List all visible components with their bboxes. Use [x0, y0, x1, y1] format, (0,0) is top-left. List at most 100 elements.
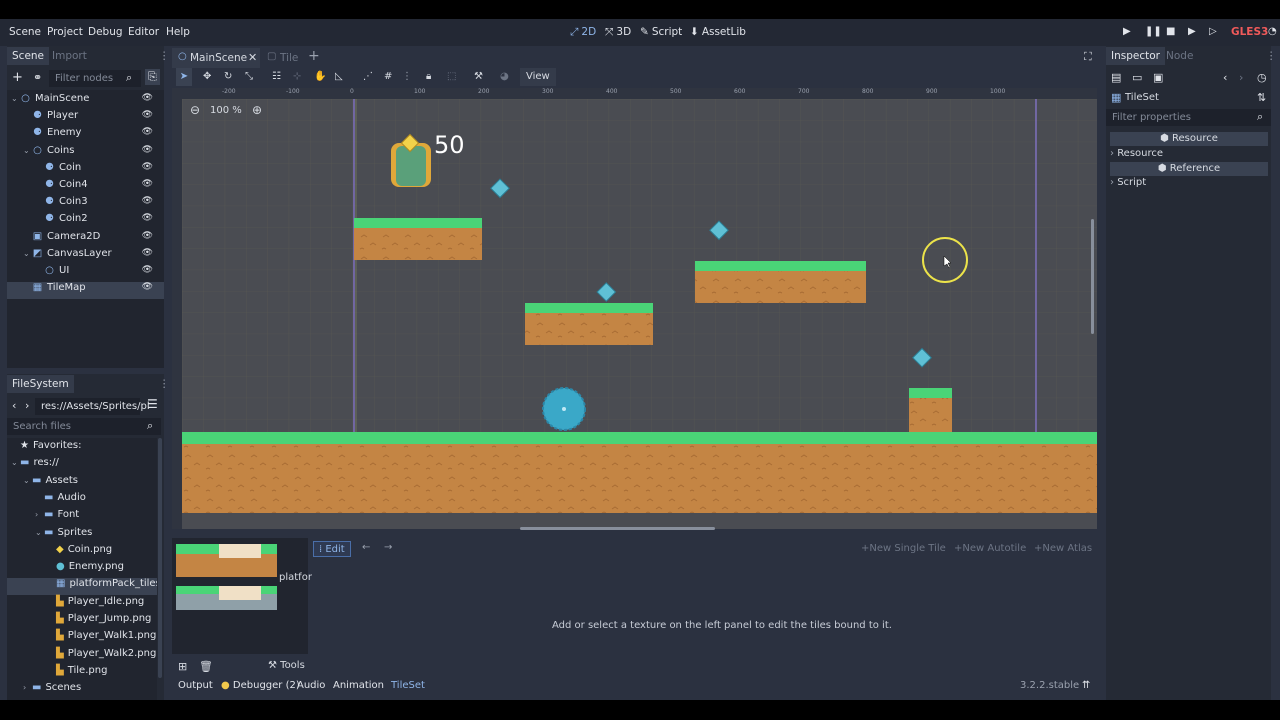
property-group-resource[interactable]: › Resource — [1110, 148, 1163, 159]
new-single-tile-button[interactable]: +New Single Tile — [861, 543, 946, 554]
object-properties-icon[interactable]: ⇅ — [1257, 91, 1266, 104]
file-tree-item[interactable]: ▙ Player_Jump.png — [7, 613, 157, 630]
dock-menu-icon[interactable]: ⋮ — [1266, 50, 1277, 62]
tab-debugger[interactable]: ● Debugger (2) — [221, 680, 300, 691]
expand-arrow-icon[interactable]: ⌄ — [23, 146, 32, 155]
history-forward-icon[interactable]: › — [1239, 71, 1243, 84]
visibility-icon[interactable]: 👁︎ — [142, 265, 158, 275]
pan-tool-icon[interactable]: ✋ — [314, 71, 326, 82]
script-attach-icon[interactable]: ⎘ — [145, 69, 160, 85]
dock-menu-icon[interactable]: ⋮ — [159, 50, 170, 62]
tab-audio[interactable]: Audio — [297, 680, 325, 691]
rotate-tool-icon[interactable]: ↻ — [224, 71, 232, 82]
skeleton-icon[interactable]: ⚒ — [474, 71, 483, 82]
filter-properties-input[interactable]: Filter properties — [1106, 109, 1271, 126]
scene-tree-node[interactable]: ⌄ ◩ CanvasLayer 👁︎ — [7, 248, 164, 265]
tab-tileset[interactable]: TileSet — [391, 680, 425, 691]
scene-tree-node[interactable]: ⚈ Coin 👁︎ — [7, 162, 164, 179]
play-scene-icon[interactable]: ▶ — [1188, 26, 1196, 37]
next-icon[interactable]: → — [384, 542, 392, 553]
expand-arrow-icon[interactable]: ⌄ — [23, 476, 32, 485]
visibility-icon[interactable]: 👁︎ — [142, 196, 158, 206]
edit-mode-button[interactable]: ⁞ Edit — [313, 541, 351, 557]
renderer-label[interactable]: GLES3 — [1231, 26, 1268, 38]
workspace-assetlib-button[interactable]: ⬇ AssetLib — [690, 26, 746, 38]
file-tree-item[interactable]: ⌄ ▬ Sprites — [7, 527, 157, 544]
expand-arrow-icon[interactable]: ⌄ — [11, 458, 20, 467]
scene-tree-node[interactable]: ⚈ Coin2 👁︎ — [7, 213, 164, 230]
texture-thumbnail[interactable] — [176, 544, 277, 610]
scale-tool-icon[interactable]: ⤡ — [245, 71, 253, 82]
scene-tree-node[interactable]: ⌄ ○ Coins 👁︎ — [7, 145, 164, 162]
new-atlas-button[interactable]: +New Atlas — [1034, 543, 1092, 554]
remove-texture-icon[interactable]: 🗑︎ — [199, 660, 213, 673]
scene-tree-node[interactable]: ⚈ Enemy 👁︎ — [7, 127, 164, 144]
menu-help[interactable]: Help — [166, 26, 190, 38]
file-tree-item[interactable]: › ▬ Font — [7, 509, 157, 526]
viewport-hscrollbar[interactable] — [520, 527, 715, 530]
link-icon[interactable]: ⚭ — [33, 71, 42, 84]
tab-filesystem[interactable]: FileSystem — [7, 375, 74, 393]
menu-debug[interactable]: Debug — [88, 26, 123, 38]
tab-mainscene[interactable]: ○ MainScene ✕ — [172, 48, 260, 68]
visibility-icon[interactable]: 👁︎ — [142, 179, 158, 189]
stop-icon[interactable]: ■ — [1166, 26, 1175, 37]
view-menu-button[interactable]: View — [520, 68, 556, 86]
ground[interactable] — [182, 432, 1097, 529]
tab-animation[interactable]: Animation — [333, 680, 384, 691]
menu-editor[interactable]: Editor — [128, 26, 159, 38]
file-tree-item[interactable]: ▬ Audio — [7, 492, 157, 509]
scene-tree-node[interactable]: ⚈ Coin4 👁︎ — [7, 179, 164, 196]
snap-options-icon[interactable]: ⋮ — [402, 71, 412, 82]
add-tab-icon[interactable]: + — [308, 48, 320, 64]
visibility-icon[interactable]: 👁︎ — [142, 162, 158, 172]
menu-scene[interactable]: Scene — [9, 26, 41, 38]
play-icon[interactable]: ▶ — [1123, 26, 1131, 37]
expand-arrow-icon[interactable]: ⌄ — [23, 249, 32, 258]
prev-icon[interactable]: ← — [362, 542, 370, 553]
visibility-icon[interactable]: 👁︎ — [142, 213, 158, 223]
expand-arrow-icon[interactable]: ⌄ — [11, 94, 20, 103]
add-texture-icon[interactable]: ⊞ — [178, 660, 187, 673]
history-back-icon[interactable]: ‹ — [1223, 71, 1227, 84]
pause-icon[interactable]: ❚❚ — [1145, 26, 1162, 37]
select-tool-icon[interactable]: ➤ — [176, 68, 192, 86]
play-custom-scene-icon[interactable]: ▷ — [1209, 26, 1217, 37]
zoom-out-icon[interactable]: ⊖ — [190, 103, 200, 117]
path-field[interactable]: res://Assets/Sprites/pl — [35, 398, 150, 415]
platform-3[interactable] — [695, 261, 866, 303]
save-resource-icon[interactable]: ▣ — [1153, 71, 1163, 84]
tab-scene[interactable]: Scene — [7, 47, 50, 65]
file-tree-item[interactable]: ● Enemy.png — [7, 561, 157, 578]
workspace-script-button[interactable]: ✎ Script — [640, 26, 682, 38]
file-tree-item[interactable]: ◆ Coin.png — [7, 544, 157, 561]
search-files-input[interactable]: Search files — [7, 418, 161, 435]
forward-icon[interactable]: › — [25, 399, 29, 412]
add-node-icon[interactable]: + — [12, 70, 23, 85]
file-tree-item[interactable]: ▙ Tile.png — [7, 665, 157, 682]
new-autotile-button[interactable]: +New Autotile — [954, 543, 1026, 554]
scene-tree-node[interactable]: ▦ TileMap 👁︎ — [7, 282, 164, 300]
scene-tree-node[interactable]: ○ UI 👁︎ — [7, 265, 164, 282]
file-tree-item[interactable]: ▙ Player_Idle.png — [7, 596, 157, 613]
expand-panel-icon[interactable]: ⇈ — [1082, 680, 1090, 691]
expand-arrow-icon[interactable]: › — [35, 510, 44, 519]
tab-inspector[interactable]: Inspector — [1106, 47, 1165, 65]
history-icon[interactable]: ◷ — [1257, 71, 1267, 84]
file-tree-item[interactable]: ▙ Player_Walk1.png — [7, 630, 157, 647]
back-icon[interactable]: ‹ — [12, 399, 16, 412]
load-resource-icon[interactable]: ▭ — [1132, 71, 1142, 84]
camera-override-icon[interactable]: ◕ — [500, 71, 509, 82]
group-icon[interactable]: ⬚ — [447, 71, 456, 82]
visibility-icon[interactable]: 👁︎ — [142, 127, 158, 137]
tab-node[interactable]: Node — [1166, 50, 1193, 62]
file-tree-item[interactable]: ⌄ ▬ Assets — [7, 475, 157, 492]
file-tree-item[interactable]: ⌄ ▬ res:// — [7, 457, 157, 474]
workspace-3d-button[interactable]: ⤧ 3D — [605, 26, 631, 39]
visibility-icon[interactable]: 👁︎ — [142, 231, 158, 241]
file-tree-item[interactable]: › ▬ Scenes — [7, 682, 157, 699]
visibility-icon[interactable]: 👁︎ — [142, 145, 158, 155]
menu-project[interactable]: Project — [47, 26, 83, 38]
expand-arrow-icon[interactable]: › — [23, 683, 32, 692]
smart-snap-icon[interactable]: ⋰ — [363, 71, 373, 82]
